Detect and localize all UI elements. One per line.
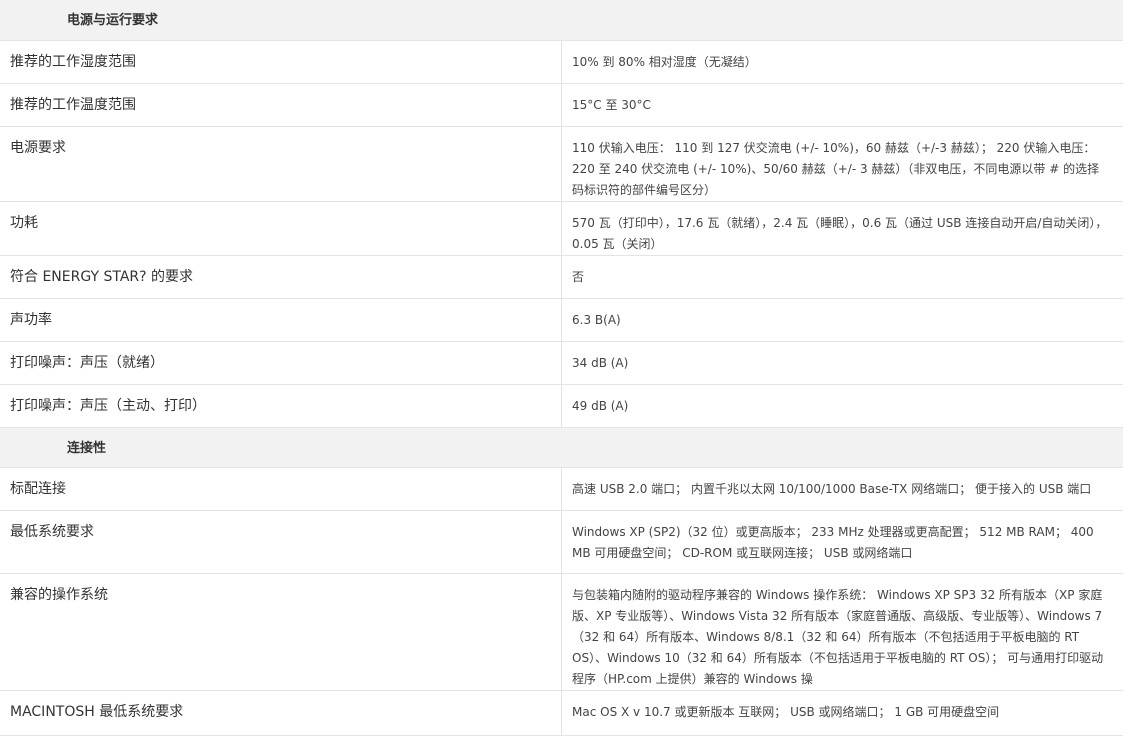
- spec-label: 声功率: [0, 298, 562, 342]
- spec-row: 推荐的工作温度范围 15°C 至 30°C: [0, 83, 1123, 127]
- spec-row: 标配连接 高速 USB 2.0 端口； 内置千兆以太网 10/100/1000 …: [0, 467, 1123, 511]
- spec-label: 标配连接: [0, 467, 562, 511]
- section-title: 电源与运行要求: [0, 0, 1123, 41]
- spec-label: 最低系统要求: [0, 510, 562, 574]
- section-header-connectivity: 连接性: [0, 427, 1123, 468]
- spec-value: 570 瓦（打印中），17.6 瓦（就绪），2.4 瓦（睡眠），0.6 瓦（通过…: [561, 201, 1123, 256]
- section-title: 连接性: [0, 427, 1123, 468]
- spec-value: 高速 USB 2.0 端口； 内置千兆以太网 10/100/1000 Base-…: [561, 467, 1123, 511]
- spec-row: MACINTOSH 最低系统要求 Mac OS X v 10.7 或更新版本 互…: [0, 690, 1123, 736]
- spec-row: 声功率 6.3 B(A): [0, 298, 1123, 342]
- spec-label: 兼容的操作系统: [0, 573, 562, 691]
- spec-row: 打印噪声：声压（就绪） 34 dB (A): [0, 341, 1123, 385]
- spec-value: 10% 到 80% 相对湿度（无凝结）: [561, 40, 1123, 84]
- spec-row: 功耗 570 瓦（打印中），17.6 瓦（就绪），2.4 瓦（睡眠），0.6 瓦…: [0, 201, 1123, 256]
- spec-label: 推荐的工作温度范围: [0, 83, 562, 127]
- spec-value: 110 伏输入电压： 110 到 127 伏交流电 (+/- 10%)，60 赫…: [561, 126, 1123, 202]
- spec-value: 34 dB (A): [561, 341, 1123, 385]
- spec-value: 与包装箱内随附的驱动程序兼容的 Windows 操作系统： Windows XP…: [561, 573, 1123, 691]
- spec-row: 最低系统要求 Windows XP (SP2)（32 位）或更高版本； 233 …: [0, 510, 1123, 574]
- spec-value: Mac OS X v 10.7 或更新版本 互联网； USB 或网络端口； 1 …: [561, 690, 1123, 736]
- spec-row: 推荐的工作湿度范围 10% 到 80% 相对湿度（无凝结）: [0, 40, 1123, 84]
- spec-label: 推荐的工作湿度范围: [0, 40, 562, 84]
- spec-label: 打印噪声：声压（就绪）: [0, 341, 562, 385]
- spec-label: 功耗: [0, 201, 562, 256]
- spec-row: 打印噪声：声压（主动、打印） 49 dB (A): [0, 384, 1123, 428]
- spec-value: 否: [561, 255, 1123, 299]
- spec-table: 电源与运行要求 推荐的工作湿度范围 10% 到 80% 相对湿度（无凝结） 推荐…: [0, 0, 1123, 736]
- spec-row: 符合 ENERGY STAR? 的要求 否: [0, 255, 1123, 299]
- spec-value: 6.3 B(A): [561, 298, 1123, 342]
- spec-value: 49 dB (A): [561, 384, 1123, 428]
- spec-value: Windows XP (SP2)（32 位）或更高版本； 233 MHz 处理器…: [561, 510, 1123, 574]
- spec-label: 符合 ENERGY STAR? 的要求: [0, 255, 562, 299]
- spec-label: 电源要求: [0, 126, 562, 202]
- spec-label: 打印噪声：声压（主动、打印）: [0, 384, 562, 428]
- spec-label: MACINTOSH 最低系统要求: [0, 690, 562, 736]
- spec-row: 电源要求 110 伏输入电压： 110 到 127 伏交流电 (+/- 10%)…: [0, 126, 1123, 202]
- spec-row: 兼容的操作系统 与包装箱内随附的驱动程序兼容的 Windows 操作系统： Wi…: [0, 573, 1123, 691]
- spec-value: 15°C 至 30°C: [561, 83, 1123, 127]
- section-header-power: 电源与运行要求: [0, 0, 1123, 41]
